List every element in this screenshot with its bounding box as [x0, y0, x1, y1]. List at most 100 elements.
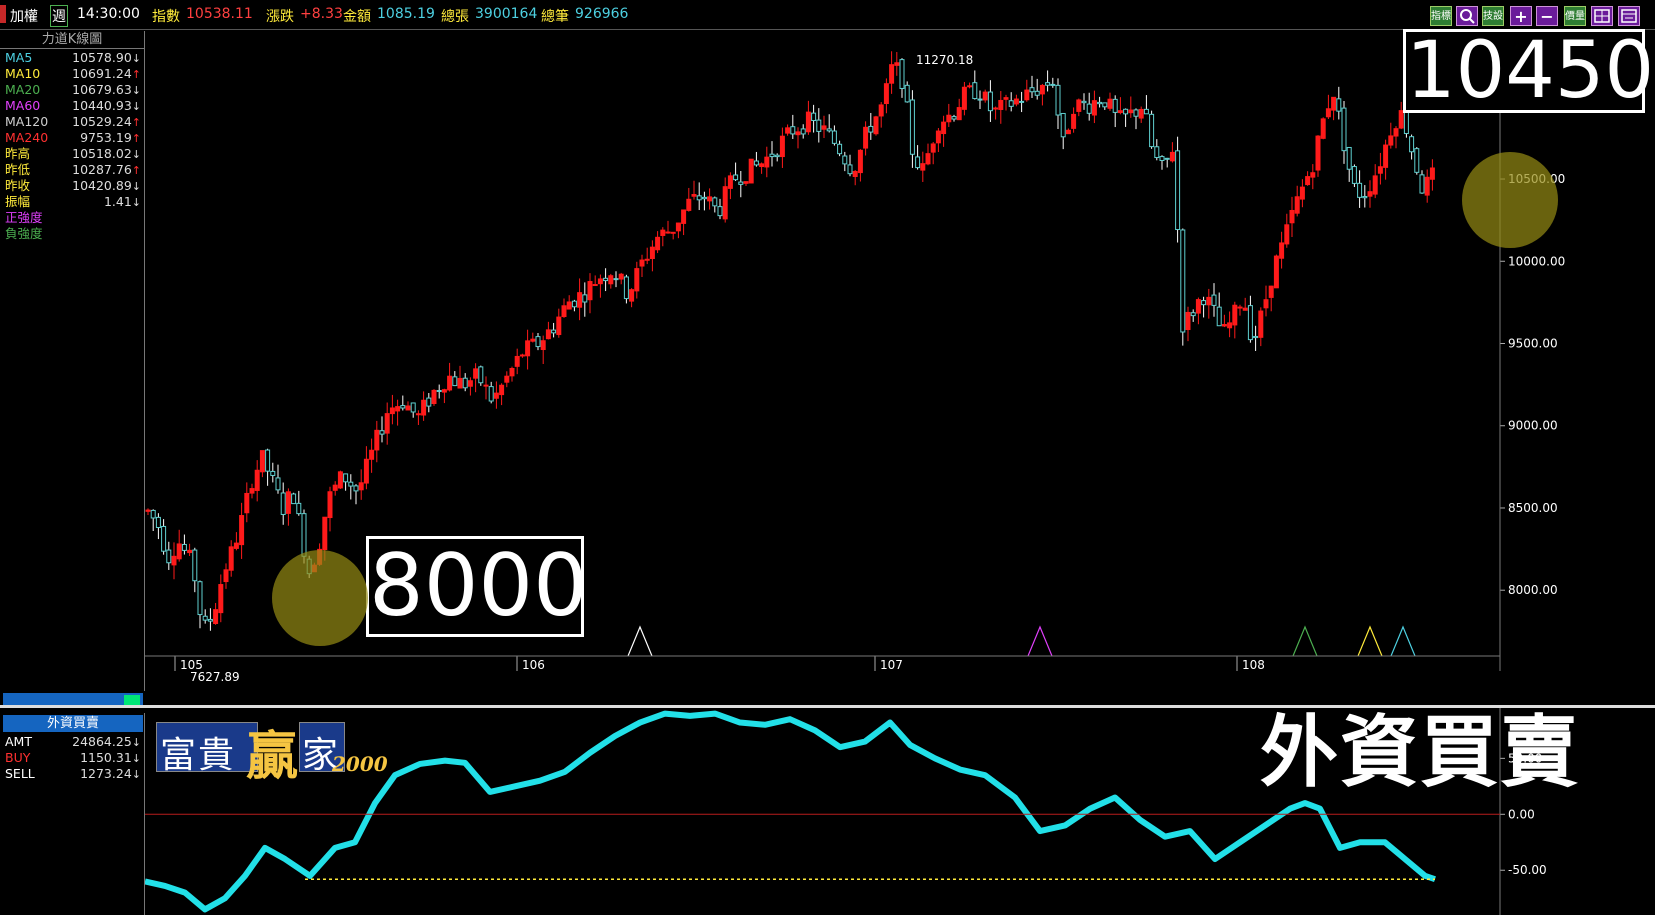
candle-body: [722, 186, 728, 220]
candle-body: [1195, 299, 1201, 314]
window-icon[interactable]: [1618, 6, 1640, 26]
candle-body: [291, 493, 297, 505]
candle-body: [727, 175, 733, 189]
candle-body: [592, 284, 598, 287]
candle-body: [759, 163, 765, 168]
candle-body: [1258, 310, 1264, 338]
candle-body: [254, 469, 260, 491]
candle-body: [457, 377, 463, 389]
lower-indicator-row: BUY 1150.31↓: [5, 750, 143, 766]
candle-body: [1013, 98, 1019, 105]
candle-body: [1123, 108, 1129, 115]
candle-body: [1180, 229, 1186, 333]
candle-body: [259, 450, 265, 473]
candle-body: [1102, 102, 1108, 108]
candle-body: [1185, 311, 1191, 331]
candle-body: [597, 278, 603, 285]
candle-body: [993, 107, 999, 110]
indicator-label: MA120: [5, 114, 49, 129]
candle-body: [738, 181, 744, 185]
price-volume-button[interactable]: 價量: [1564, 6, 1586, 26]
candle-body: [618, 273, 624, 280]
indicator-button[interactable]: 指標: [1430, 6, 1452, 26]
candle-body: [395, 406, 401, 412]
signal-triangle-icon: [1357, 625, 1383, 657]
trend-arrow-icon: ↓: [131, 768, 141, 781]
zoom-out-button[interactable]: −: [1536, 6, 1558, 26]
candle-body: [987, 91, 993, 112]
trend-arrow-icon: ↑: [131, 132, 141, 145]
trend-arrow-icon: ↓: [131, 148, 141, 161]
candle-body: [753, 160, 759, 166]
technical-settings-button[interactable]: 技設: [1482, 6, 1504, 26]
candle-body: [1097, 101, 1103, 105]
zoom-icon[interactable]: [1456, 6, 1478, 26]
candle-body: [764, 156, 770, 168]
candle-body: [410, 402, 416, 413]
candle-body: [436, 389, 442, 392]
candle-body: [249, 488, 255, 494]
trend-arrow-icon: ↓: [131, 100, 141, 113]
scroll-thumb[interactable]: [124, 695, 140, 705]
candle-body: [431, 389, 437, 405]
candle-body: [239, 515, 245, 546]
indicator-value: 9753.19↑: [80, 130, 141, 145]
lower-panel-title[interactable]: 外資買賣: [3, 715, 143, 732]
candle-body: [161, 525, 167, 552]
volume-label: 總張: [441, 9, 469, 25]
time-display: 14:30:00: [77, 6, 140, 22]
candle-body: [665, 231, 671, 234]
candle-body: [967, 85, 973, 88]
candle-body: [488, 386, 494, 402]
candle-body: [930, 143, 936, 153]
candle-body: [1419, 174, 1425, 194]
candle-body: [1247, 305, 1253, 341]
lower-indicator-panel: 外資買賣 AMT 24864.25↓ BUY 1150.31↓ SELL 1273.24↓: [0, 713, 145, 915]
candle-body: [686, 198, 692, 211]
candle-body: [1305, 176, 1311, 186]
candle-body: [681, 209, 687, 224]
index-label: 指數: [152, 9, 180, 25]
candle-body: [332, 484, 338, 491]
candle-body: [155, 516, 161, 528]
indicator-value-panel: 力道K線圖 MA5 10578.90↓ MA10 10691.24↑ MA20 10679…: [0, 31, 145, 707]
symbol-label[interactable]: 加權: [10, 6, 38, 26]
candle-body: [904, 84, 910, 103]
indicator-value: 1.41↓: [103, 194, 141, 209]
zoom-in-button[interactable]: +: [1510, 6, 1532, 26]
candle-body: [1414, 148, 1420, 173]
candle-body: [551, 329, 557, 334]
y-tick-label: 9000.00: [1508, 419, 1558, 433]
period-selector[interactable]: 週: [50, 5, 68, 27]
indicator-row: MA60 10440.93↓: [5, 98, 143, 114]
candle-body: [207, 618, 213, 622]
candle-body: [363, 458, 369, 484]
candle-body: [878, 104, 884, 117]
candle-body: [831, 130, 837, 144]
trend-arrow-icon: ↓: [131, 752, 141, 765]
candle-body: [374, 429, 380, 451]
candle-body: [145, 509, 151, 512]
candle-body: [265, 449, 271, 472]
candle-body: [1237, 306, 1243, 309]
candle-body: [1341, 107, 1347, 152]
candle-body: [415, 413, 421, 416]
amount-label: 金額: [343, 9, 371, 25]
candle-body: [1268, 285, 1274, 298]
candle-body: [389, 407, 395, 415]
candle-body: [1310, 172, 1316, 178]
candle-body: [894, 62, 900, 66]
indicator-label: 昨低: [5, 162, 31, 177]
candle-body: [795, 131, 801, 136]
candle-body: [956, 107, 962, 121]
candle-body: [707, 196, 713, 202]
x-tick-label: 108: [1242, 658, 1265, 672]
candle-body: [1216, 306, 1222, 327]
candle-body: [670, 231, 676, 234]
candle-body: [1263, 299, 1269, 309]
candle-body: [1003, 97, 1009, 100]
menu-grip[interactable]: [0, 5, 6, 23]
split-icon[interactable]: [1591, 6, 1613, 26]
candle-body: [379, 430, 385, 435]
candle-body: [400, 405, 406, 409]
